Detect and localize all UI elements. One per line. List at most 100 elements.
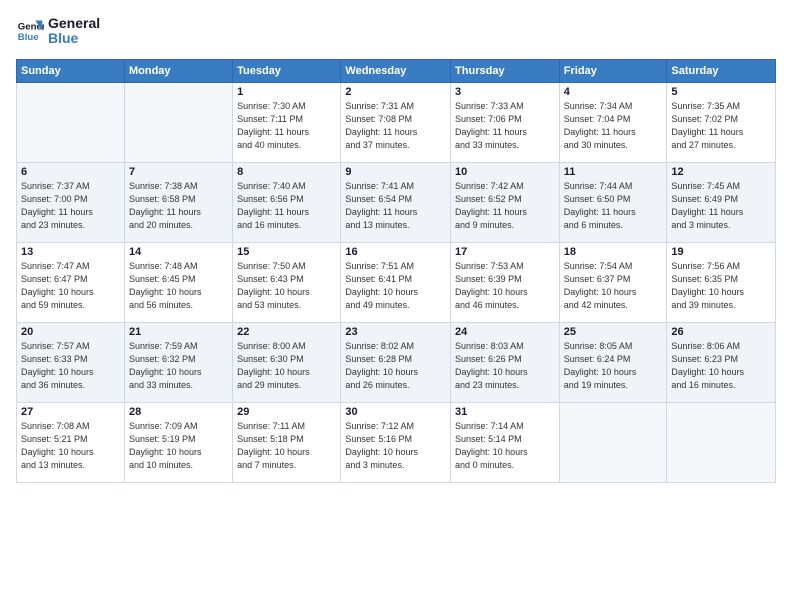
calendar-cell: 3 Sunrise: 7:33 AMSunset: 7:06 PMDaylight… bbox=[451, 82, 560, 162]
day-info: Sunrise: 7:35 AMSunset: 7:02 PMDaylight:… bbox=[671, 100, 771, 152]
weekday-header-monday: Monday bbox=[124, 59, 232, 82]
calendar-cell: 8 Sunrise: 7:40 AMSunset: 6:56 PMDaylight… bbox=[233, 162, 341, 242]
logo-blue: Blue bbox=[48, 31, 100, 46]
day-number: 13 bbox=[21, 246, 120, 258]
day-info: Sunrise: 7:53 AMSunset: 6:39 PMDaylight:… bbox=[455, 260, 555, 312]
weekday-header-sunday: Sunday bbox=[17, 59, 125, 82]
logo-general: General bbox=[48, 16, 100, 31]
day-number: 25 bbox=[564, 326, 663, 338]
page-header: General Blue General Blue bbox=[16, 16, 776, 47]
week-row-1: 1 Sunrise: 7:30 AMSunset: 7:11 PMDaylight… bbox=[17, 82, 776, 162]
day-number: 2 bbox=[345, 86, 446, 98]
svg-text:Blue: Blue bbox=[18, 32, 39, 43]
calendar-cell: 18 Sunrise: 7:54 AMSunset: 6:37 PMDayligh… bbox=[559, 242, 667, 322]
day-info: Sunrise: 7:57 AMSunset: 6:33 PMDaylight:… bbox=[21, 340, 120, 392]
day-info: Sunrise: 7:37 AMSunset: 7:00 PMDaylight:… bbox=[21, 180, 120, 232]
calendar-cell: 24 Sunrise: 8:03 AMSunset: 6:26 PMDayligh… bbox=[451, 322, 560, 402]
week-row-2: 6 Sunrise: 7:37 AMSunset: 7:00 PMDaylight… bbox=[17, 162, 776, 242]
calendar-cell: 12Sunrise: 7:45 AMSunset: 6:49 PMDayligh… bbox=[667, 162, 776, 242]
day-number: 24 bbox=[455, 326, 555, 338]
day-info: Sunrise: 7:56 AMSunset: 6:35 PMDaylight:… bbox=[671, 260, 771, 312]
calendar-cell: 29 Sunrise: 7:11 AMSunset: 5:18 PMDayligh… bbox=[233, 402, 341, 482]
day-number: 16 bbox=[345, 246, 446, 258]
day-number: 27 bbox=[21, 406, 120, 418]
day-number: 3 bbox=[455, 86, 555, 98]
day-number: 11 bbox=[564, 166, 663, 178]
day-number: 18 bbox=[564, 246, 663, 258]
calendar-cell bbox=[124, 82, 232, 162]
calendar-cell: 20Sunrise: 7:57 AMSunset: 6:33 PMDayligh… bbox=[17, 322, 125, 402]
day-number: 30 bbox=[345, 406, 446, 418]
calendar-cell: 14 Sunrise: 7:48 AMSunset: 6:45 PMDayligh… bbox=[124, 242, 232, 322]
day-number: 8 bbox=[237, 166, 336, 178]
calendar-cell: 25Sunrise: 8:05 AMSunset: 6:24 PMDayligh… bbox=[559, 322, 667, 402]
calendar-cell: 9 Sunrise: 7:41 AMSunset: 6:54 PMDaylight… bbox=[341, 162, 451, 242]
calendar-cell: 21 Sunrise: 7:59 AMSunset: 6:32 PMDayligh… bbox=[124, 322, 232, 402]
day-info: Sunrise: 7:50 AMSunset: 6:43 PMDaylight:… bbox=[237, 260, 336, 312]
weekday-header-saturday: Saturday bbox=[667, 59, 776, 82]
week-row-5: 27 Sunrise: 7:08 AMSunset: 5:21 PMDayligh… bbox=[17, 402, 776, 482]
day-number: 12 bbox=[671, 166, 771, 178]
day-info: Sunrise: 7:59 AMSunset: 6:32 PMDaylight:… bbox=[129, 340, 228, 392]
logo-icon: General Blue bbox=[16, 17, 44, 45]
day-number: 6 bbox=[21, 166, 120, 178]
day-number: 28 bbox=[129, 406, 228, 418]
day-info: Sunrise: 7:12 AMSunset: 5:16 PMDaylight:… bbox=[345, 420, 446, 472]
calendar-cell: 6 Sunrise: 7:37 AMSunset: 7:00 PMDaylight… bbox=[17, 162, 125, 242]
day-info: Sunrise: 8:03 AMSunset: 6:26 PMDaylight:… bbox=[455, 340, 555, 392]
day-info: Sunrise: 7:51 AMSunset: 6:41 PMDaylight:… bbox=[345, 260, 446, 312]
calendar-cell bbox=[17, 82, 125, 162]
day-info: Sunrise: 7:41 AMSunset: 6:54 PMDaylight:… bbox=[345, 180, 446, 232]
day-info: Sunrise: 7:40 AMSunset: 6:56 PMDaylight:… bbox=[237, 180, 336, 232]
day-number: 4 bbox=[564, 86, 663, 98]
calendar-cell: 23Sunrise: 8:02 AMSunset: 6:28 PMDayligh… bbox=[341, 322, 451, 402]
day-number: 26 bbox=[671, 326, 771, 338]
day-number: 15 bbox=[237, 246, 336, 258]
calendar-cell: 31 Sunrise: 7:14 AMSunset: 5:14 PMDayligh… bbox=[451, 402, 560, 482]
day-number: 9 bbox=[345, 166, 446, 178]
day-info: Sunrise: 7:42 AMSunset: 6:52 PMDaylight:… bbox=[455, 180, 555, 232]
day-info: Sunrise: 7:30 AMSunset: 7:11 PMDaylight:… bbox=[237, 100, 336, 152]
day-info: Sunrise: 7:11 AMSunset: 5:18 PMDaylight:… bbox=[237, 420, 336, 472]
day-info: Sunrise: 7:38 AMSunset: 6:58 PMDaylight:… bbox=[129, 180, 228, 232]
day-number: 10 bbox=[455, 166, 555, 178]
calendar-cell: 26 Sunrise: 8:06 AMSunset: 6:23 PMDayligh… bbox=[667, 322, 776, 402]
day-info: Sunrise: 7:33 AMSunset: 7:06 PMDaylight:… bbox=[455, 100, 555, 152]
day-number: 1 bbox=[237, 86, 336, 98]
day-number: 17 bbox=[455, 246, 555, 258]
day-number: 14 bbox=[129, 246, 228, 258]
calendar-cell: 2 Sunrise: 7:31 AMSunset: 7:08 PMDaylight… bbox=[341, 82, 451, 162]
day-info: Sunrise: 7:14 AMSunset: 5:14 PMDaylight:… bbox=[455, 420, 555, 472]
day-number: 21 bbox=[129, 326, 228, 338]
day-number: 19 bbox=[671, 246, 771, 258]
weekday-header-friday: Friday bbox=[559, 59, 667, 82]
day-info: Sunrise: 7:44 AMSunset: 6:50 PMDaylight:… bbox=[564, 180, 663, 232]
calendar-cell: 10 Sunrise: 7:42 AMSunset: 6:52 PMDayligh… bbox=[451, 162, 560, 242]
day-info: Sunrise: 8:06 AMSunset: 6:23 PMDaylight:… bbox=[671, 340, 771, 392]
calendar-cell: 13 Sunrise: 7:47 AMSunset: 6:47 PMDayligh… bbox=[17, 242, 125, 322]
calendar-cell: 28Sunrise: 7:09 AMSunset: 5:19 PMDayligh… bbox=[124, 402, 232, 482]
week-row-3: 13 Sunrise: 7:47 AMSunset: 6:47 PMDayligh… bbox=[17, 242, 776, 322]
weekday-header-tuesday: Tuesday bbox=[233, 59, 341, 82]
calendar-cell: 5Sunrise: 7:35 AMSunset: 7:02 PMDaylight… bbox=[667, 82, 776, 162]
day-info: Sunrise: 7:48 AMSunset: 6:45 PMDaylight:… bbox=[129, 260, 228, 312]
day-info: Sunrise: 7:08 AMSunset: 5:21 PMDaylight:… bbox=[21, 420, 120, 472]
calendar-cell: 11 Sunrise: 7:44 AMSunset: 6:50 PMDayligh… bbox=[559, 162, 667, 242]
day-info: Sunrise: 7:47 AMSunset: 6:47 PMDaylight:… bbox=[21, 260, 120, 312]
day-number: 22 bbox=[237, 326, 336, 338]
calendar-table: SundayMondayTuesdayWednesdayThursdayFrid… bbox=[16, 59, 776, 483]
day-info: Sunrise: 8:02 AMSunset: 6:28 PMDaylight:… bbox=[345, 340, 446, 392]
calendar-cell: 30 Sunrise: 7:12 AMSunset: 5:16 PMDayligh… bbox=[341, 402, 451, 482]
day-number: 31 bbox=[455, 406, 555, 418]
day-info: Sunrise: 7:54 AMSunset: 6:37 PMDaylight:… bbox=[564, 260, 663, 312]
weekday-header-thursday: Thursday bbox=[451, 59, 560, 82]
week-row-4: 20Sunrise: 7:57 AMSunset: 6:33 PMDayligh… bbox=[17, 322, 776, 402]
day-info: Sunrise: 8:00 AMSunset: 6:30 PMDaylight:… bbox=[237, 340, 336, 392]
calendar-cell bbox=[559, 402, 667, 482]
day-number: 29 bbox=[237, 406, 336, 418]
weekday-header-wednesday: Wednesday bbox=[341, 59, 451, 82]
calendar-cell: 15 Sunrise: 7:50 AMSunset: 6:43 PMDayligh… bbox=[233, 242, 341, 322]
day-info: Sunrise: 7:31 AMSunset: 7:08 PMDaylight:… bbox=[345, 100, 446, 152]
calendar-cell: 22 Sunrise: 8:00 AMSunset: 6:30 PMDayligh… bbox=[233, 322, 341, 402]
logo: General Blue General Blue bbox=[16, 16, 100, 47]
